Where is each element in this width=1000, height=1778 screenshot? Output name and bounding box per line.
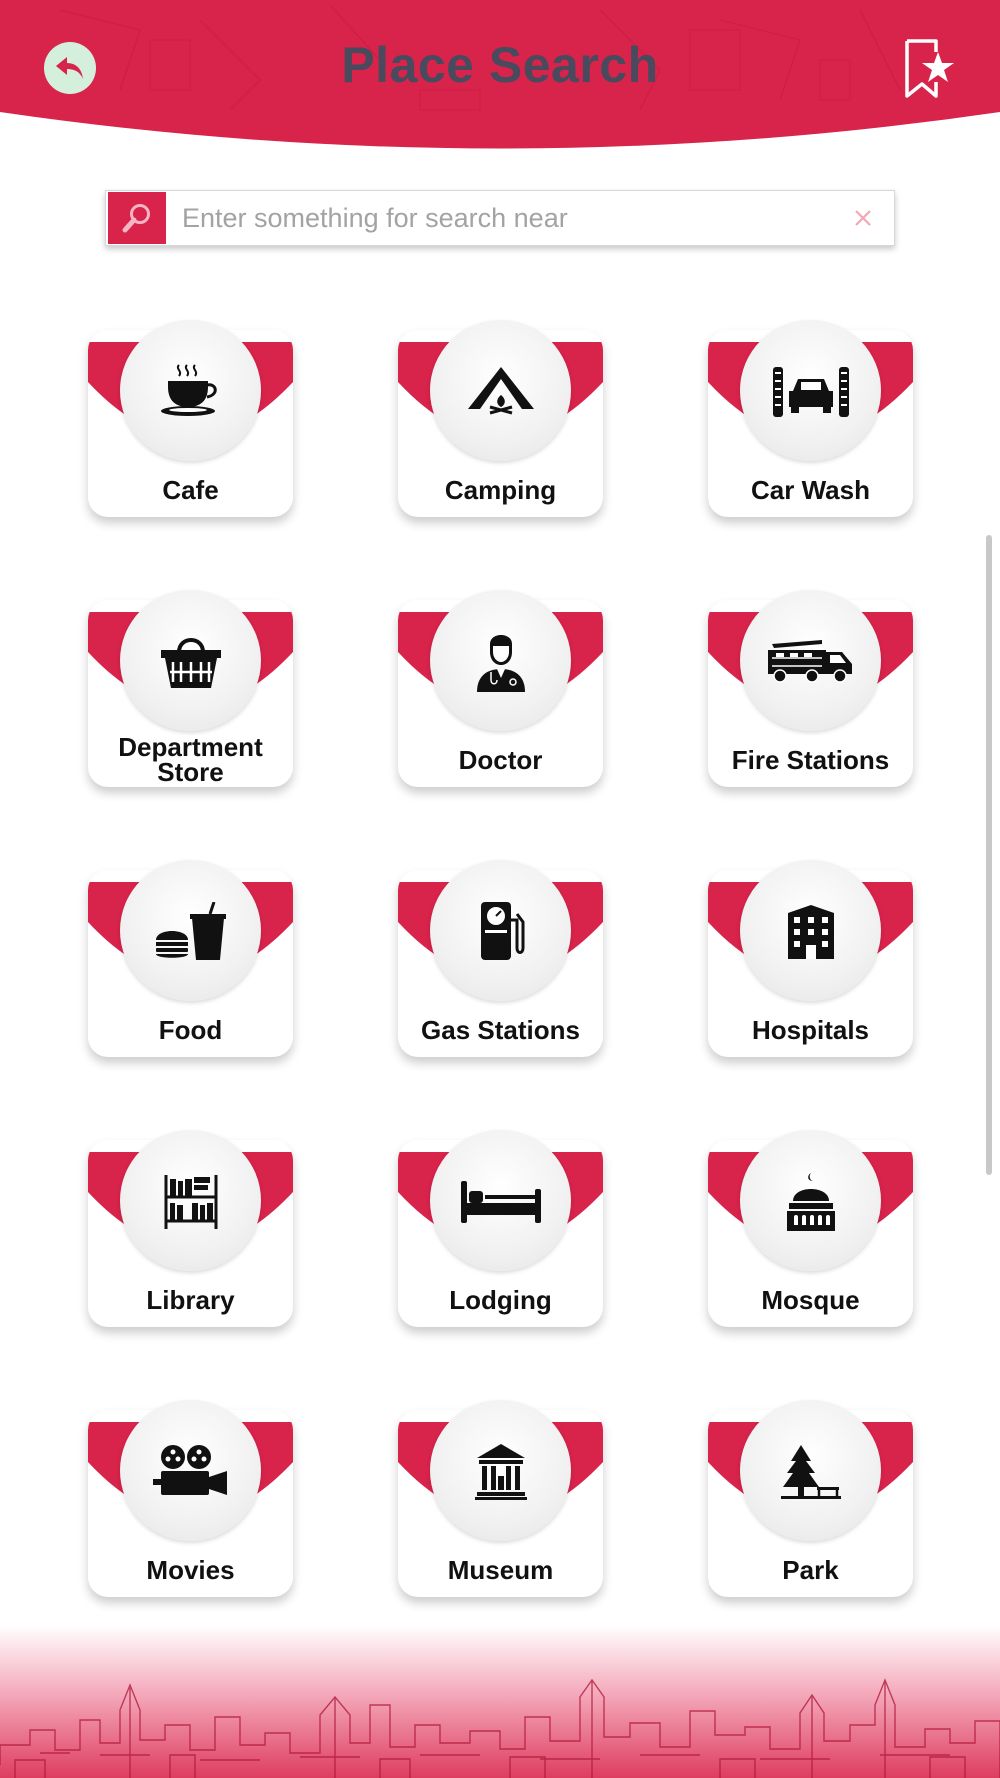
doctor-icon <box>476 634 525 692</box>
close-icon <box>855 210 871 226</box>
category-icon-circle <box>740 860 881 1001</box>
category-label: Gas Stations <box>421 1015 580 1045</box>
category-gas-stations[interactable]: Gas Stations <box>398 860 603 1057</box>
burger-drink-icon <box>155 901 226 960</box>
clear-search-button[interactable] <box>838 193 888 243</box>
hospital-building-icon <box>787 904 834 959</box>
skyline-illustration <box>0 1625 1000 1778</box>
bed-icon <box>460 1180 541 1223</box>
mosque-icon <box>786 1172 835 1231</box>
category-icon-circle <box>740 1130 881 1271</box>
category-label: Food <box>158 1015 223 1045</box>
fire-truck-icon <box>767 639 852 683</box>
search-bar <box>105 190 895 246</box>
category-camping[interactable]: Camping <box>398 320 603 517</box>
category-label: Camping <box>444 475 557 505</box>
category-food[interactable]: Food <box>88 860 293 1057</box>
category-label: Cafe <box>162 475 219 505</box>
category-label: Hospitals <box>751 1015 870 1045</box>
category-fire-stations[interactable]: Fire Stations <box>708 590 913 787</box>
category-label: Doctor <box>458 745 543 775</box>
category-label: Lodging <box>449 1285 552 1315</box>
page-title: Place Search <box>341 37 659 93</box>
category-label: Fire Stations <box>731 745 890 775</box>
category-department-store[interactable]: Department Store <box>88 590 293 787</box>
category-grid: Cafe Camping Car Wash Department Store D… <box>88 320 913 1597</box>
search-icon <box>122 204 150 233</box>
search-button[interactable] <box>108 192 166 244</box>
favorites-button[interactable] <box>902 38 956 100</box>
bookshelf-icon <box>164 1174 217 1229</box>
category-label-line-2: Store <box>157 757 224 787</box>
category-icon-circle <box>120 1130 261 1271</box>
category-car-wash[interactable]: Car Wash <box>708 320 913 517</box>
category-park[interactable]: Park <box>708 1400 913 1597</box>
category-icon-circle <box>120 1400 261 1541</box>
scrollbar[interactable] <box>986 535 992 1175</box>
bookmark-star-icon <box>905 39 954 98</box>
category-hospitals[interactable]: Hospitals <box>708 860 913 1057</box>
category-icon-circle <box>430 320 571 461</box>
fuel-pump-icon <box>480 901 524 960</box>
category-icon-circle <box>120 320 261 461</box>
category-mosque[interactable]: Mosque <box>708 1130 913 1327</box>
category-museum[interactable]: Museum <box>398 1400 603 1597</box>
category-lodging[interactable]: Lodging <box>398 1130 603 1327</box>
tent-icon <box>467 366 534 414</box>
shopping-basket-icon <box>160 637 221 688</box>
category-icon-circle <box>430 1400 571 1541</box>
category-label: Mosque <box>761 1285 860 1315</box>
category-label: Library <box>146 1285 235 1315</box>
category-doctor[interactable]: Doctor <box>398 590 603 787</box>
category-icon-circle <box>740 590 881 731</box>
category-label: Park <box>782 1555 839 1585</box>
category-icon-circle <box>740 320 881 461</box>
category-icon-circle <box>430 1130 571 1271</box>
category-movies[interactable]: Movies <box>88 1400 293 1597</box>
film-camera-icon <box>152 1444 227 1495</box>
skyline-footer <box>0 1625 1000 1778</box>
category-icon-circle <box>120 590 261 731</box>
category-label: Museum <box>447 1555 554 1585</box>
category-library[interactable]: Library <box>88 1130 293 1327</box>
museum-icon <box>474 1443 527 1500</box>
category-label: Department Store <box>88 734 293 787</box>
category-icon-circle <box>430 590 571 731</box>
category-label: Movies <box>146 1555 235 1585</box>
search-input[interactable] <box>166 193 838 243</box>
category-icon-circle <box>430 860 571 1001</box>
app-header: Place Search <box>0 0 1000 160</box>
category-cafe[interactable]: Cafe <box>88 320 293 517</box>
tree-bench-icon <box>780 1444 841 1499</box>
category-label: Car Wash <box>751 475 870 505</box>
car-wash-icon <box>772 366 849 417</box>
category-icon-circle <box>740 1400 881 1541</box>
category-icon-circle <box>120 860 261 1001</box>
coffee-cup-icon <box>160 363 217 416</box>
